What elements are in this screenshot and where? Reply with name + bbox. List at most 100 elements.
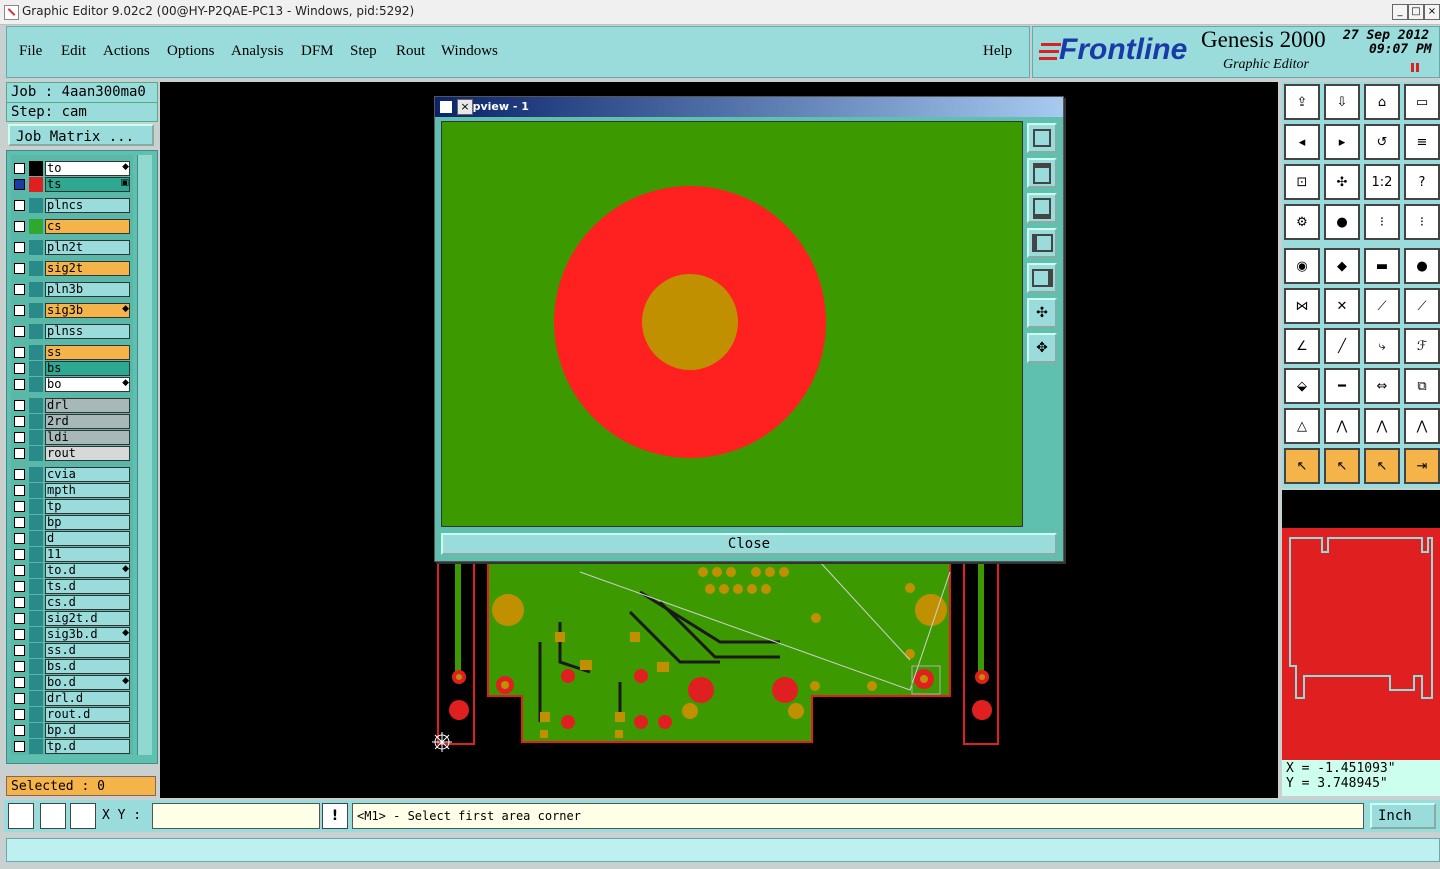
layer-color-swatch[interactable] [29, 707, 43, 722]
layer-checkbox[interactable] [14, 200, 25, 211]
layer-row-sig3b.d[interactable]: sig3b.d ◆ [11, 627, 133, 642]
snap-settings-icon[interactable]: ⚙ [1284, 204, 1320, 240]
angle-up-icon[interactable]: ⋀ [1324, 408, 1360, 444]
layer-checkbox[interactable] [14, 179, 25, 190]
connect-icon[interactable]: ⋈ [1284, 288, 1320, 324]
layer-row-ts.d[interactable]: ts.d [11, 579, 133, 594]
layer-row-plnss[interactable]: plnss [11, 324, 133, 339]
layer-color-swatch[interactable] [29, 659, 43, 674]
popview-pan-right-button[interactable] [1027, 263, 1057, 293]
layer-checkbox[interactable] [14, 432, 25, 443]
layer-row-d[interactable]: d [11, 531, 133, 546]
layer-name[interactable]: ss [45, 345, 130, 360]
layer-name[interactable]: sig3b.d [45, 627, 130, 642]
dash-icon[interactable]: ━ [1324, 368, 1360, 404]
layer-color-swatch[interactable] [29, 161, 43, 176]
layer-checkbox[interactable] [14, 741, 25, 752]
line-icon[interactable]: ╱ [1324, 328, 1360, 364]
layer-name[interactable]: tp.d [45, 739, 130, 754]
layer-color-swatch[interactable] [29, 303, 43, 318]
layer-row-ss[interactable]: ss [11, 345, 133, 360]
layer-name[interactable]: sig2t.d [45, 611, 130, 626]
help-icon[interactable]: ? [1404, 164, 1440, 200]
layer-name[interactable]: cs [45, 219, 130, 234]
save-icon[interactable]: ⇪ [1284, 84, 1320, 120]
select-box-icon[interactable]: ↖ [1324, 448, 1360, 484]
triangle-icon[interactable]: △ [1284, 408, 1320, 444]
layer-checkbox[interactable] [14, 242, 25, 253]
layer-color-swatch[interactable] [29, 261, 43, 276]
layer-checkbox[interactable] [14, 363, 25, 374]
slope-icon[interactable]: ⋀ [1404, 408, 1440, 444]
layer-row-cvia[interactable]: cvia [11, 467, 133, 482]
select-arrow-icon[interactable]: ↖ [1284, 448, 1320, 484]
layer-name[interactable]: sig3b [45, 303, 130, 318]
layer-checkbox[interactable] [14, 485, 25, 496]
xy-input[interactable] [152, 803, 320, 829]
layer-color-swatch[interactable] [29, 483, 43, 498]
menu-options[interactable]: Options [167, 43, 215, 60]
layer-color-swatch[interactable] [29, 723, 43, 738]
layer-color-swatch[interactable] [29, 398, 43, 413]
layer-checkbox[interactable] [14, 263, 25, 274]
grid-icon[interactable] [70, 803, 96, 829]
layer-color-swatch[interactable] [29, 430, 43, 445]
layer-row-bs[interactable]: bs [11, 361, 133, 376]
layer-row-drl.d[interactable]: drl.d [11, 691, 133, 706]
layer-name[interactable]: pln2t [45, 240, 130, 255]
menu-step[interactable]: Step [350, 43, 377, 60]
frame-icon[interactable]: ▭ [1404, 84, 1440, 120]
layer-name[interactable]: d [45, 531, 130, 546]
select-poly-icon[interactable]: ↖ [1364, 448, 1400, 484]
menu-windows[interactable]: Windows [441, 43, 498, 60]
arc-icon[interactable]: ⤷ [1364, 328, 1400, 364]
layer-row-ts[interactable]: ts ▣ [11, 177, 133, 192]
layer-checkbox[interactable] [14, 517, 25, 528]
scale-1-2-icon[interactable]: 1:2 [1364, 164, 1400, 200]
menu-dfm[interactable]: DFM [301, 43, 334, 60]
layer-color-swatch[interactable] [29, 579, 43, 594]
cross-icon[interactable]: ✕ [1324, 288, 1360, 324]
popview-pan-left-button[interactable] [1027, 228, 1057, 258]
zoom-center-icon[interactable]: ✣ [1324, 164, 1360, 200]
layer-name[interactable]: bo.d [45, 675, 130, 690]
layer-checkbox[interactable] [14, 163, 25, 174]
layer-checkbox[interactable] [14, 326, 25, 337]
layer-name[interactable]: ts [45, 177, 130, 192]
menu-edit[interactable]: Edit [61, 43, 86, 60]
line-node-icon[interactable]: ⟋ [1364, 288, 1400, 324]
layer-name[interactable]: mpth [45, 483, 130, 498]
zoom-fit-icon[interactable]: ⊡ [1284, 164, 1320, 200]
layer-row-ldi[interactable]: ldi [11, 430, 133, 445]
menu-file[interactable]: File [19, 43, 42, 60]
layer-name[interactable]: pln3b [45, 282, 130, 297]
layer-row-ss.d[interactable]: ss.d [11, 643, 133, 658]
layer-checkbox[interactable] [14, 501, 25, 512]
layer-name[interactable]: ss.d [45, 643, 130, 658]
layer-row-tp[interactable]: tp [11, 499, 133, 514]
angle-icon[interactable]: ∠ [1284, 328, 1320, 364]
layer-name[interactable]: bs.d [45, 659, 130, 674]
layer-row-pln3b[interactable]: pln3b [11, 282, 133, 297]
layer-name[interactable]: bp [45, 515, 130, 530]
arc-node-icon[interactable]: ⟋ [1404, 288, 1440, 324]
layer-name[interactable]: 2rd [45, 414, 130, 429]
layer-row-tp.d[interactable]: tp.d [11, 739, 133, 754]
layer-name[interactable]: drl.d [45, 691, 130, 706]
layer-checkbox[interactable] [14, 661, 25, 672]
layer-color-swatch[interactable] [29, 219, 43, 234]
layer-color-swatch[interactable] [29, 446, 43, 461]
undo-pan-icon[interactable]: ↺ [1364, 124, 1400, 160]
layer-checkbox[interactable] [14, 221, 25, 232]
layer-row-2rd[interactable]: 2rd [11, 414, 133, 429]
layer-row-rout.d[interactable]: rout.d [11, 707, 133, 722]
maximize-button[interactable]: □ [1408, 4, 1424, 20]
layer-name[interactable]: ts.d [45, 579, 130, 594]
layer-checkbox[interactable] [14, 284, 25, 295]
overview-map[interactable] [1282, 490, 1440, 796]
layer-name[interactable]: bp.d [45, 723, 130, 738]
layer-name[interactable]: cs.d [45, 595, 130, 610]
layer-color-swatch[interactable] [29, 177, 43, 192]
add-pad-icon[interactable]: ◉ [1284, 248, 1320, 284]
layer-color-swatch[interactable] [29, 627, 43, 642]
